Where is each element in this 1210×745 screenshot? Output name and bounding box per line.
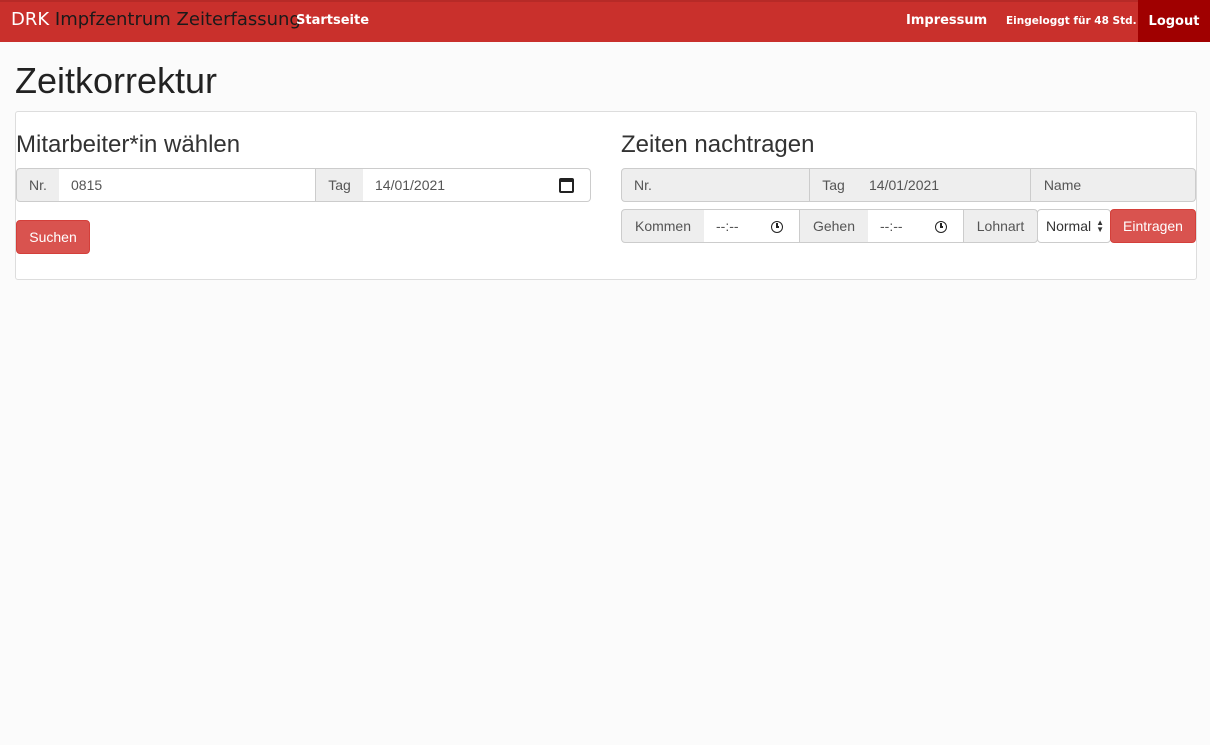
add-nr-label: Nr. <box>621 168 665 202</box>
nav-startseite[interactable]: Startseite <box>296 13 369 28</box>
calendar-icon[interactable] <box>559 178 574 193</box>
navbar: DRK Impfzentrum Zeiterfassung Startseite… <box>0 0 1210 42</box>
add-times-title: Zeiten nachtragen <box>621 131 815 158</box>
employee-nr-input[interactable]: 0815 <box>59 168 316 202</box>
search-button[interactable]: Suchen <box>16 220 90 254</box>
employee-nr-label: Nr. <box>16 168 60 202</box>
wage-type-selected: Normal <box>1046 218 1092 234</box>
add-nr-input <box>664 168 810 202</box>
main-panel: Mitarbeiter*in wählen Nr. 0815 Tag 14/01… <box>15 111 1197 280</box>
arrive-time-value: --:-- <box>716 218 739 234</box>
leave-label: Gehen <box>799 209 869 243</box>
wage-type-select[interactable]: Normal ▲ ▼ <box>1037 209 1111 243</box>
arrive-time-input[interactable]: --:-- <box>704 209 800 243</box>
leave-time-input[interactable]: --:-- <box>868 209 964 243</box>
logout-button[interactable]: Logout <box>1138 0 1210 42</box>
employee-day-input[interactable]: 14/01/2021 <box>363 168 591 202</box>
brand-prefix: DRK <box>11 9 50 30</box>
login-status: Eingeloggt für 48 Std. <box>1006 15 1137 27</box>
wage-type-label: Lohnart <box>963 209 1038 243</box>
leave-time-value: --:-- <box>880 218 903 234</box>
add-name-input <box>1094 168 1196 202</box>
submit-button[interactable]: Eintragen <box>1110 209 1196 243</box>
brand[interactable]: DRK Impfzentrum Zeiterfassung <box>11 9 301 30</box>
page-title: Zeitkorrektur <box>15 60 218 101</box>
add-day-label: Tag <box>809 168 858 202</box>
select-employee-title: Mitarbeiter*in wählen <box>16 131 241 158</box>
employee-day-value: 14/01/2021 <box>375 177 446 193</box>
clock-icon[interactable] <box>935 221 947 233</box>
nav-impressum[interactable]: Impressum <box>906 13 987 28</box>
add-day-input: 14/01/2021 <box>857 168 1031 202</box>
clock-icon[interactable] <box>771 221 783 233</box>
select-arrows-icon: ▲ ▼ <box>1096 218 1104 234</box>
brand-title: Impfzentrum Zeiterfassung <box>49 9 301 30</box>
add-name-label: Name <box>1030 168 1095 202</box>
employee-day-label: Tag <box>315 168 364 202</box>
arrive-label: Kommen <box>621 209 705 243</box>
